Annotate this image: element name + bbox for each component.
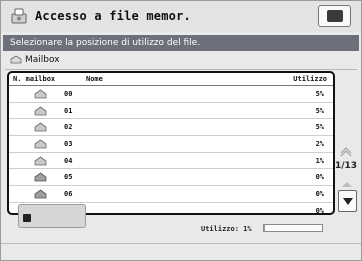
mailbox-number: 00: [64, 90, 73, 98]
scroll-top-icon[interactable]: [338, 144, 354, 158]
usage-label: Utilizzo: 1%: [201, 225, 252, 233]
list-item-05[interactable]: 05 0%: [9, 169, 333, 187]
breadcrumb-label: Mailbox: [25, 55, 60, 65]
mailbox-usage: 5%: [315, 106, 324, 115]
list-item-04[interactable]: 04 1%: [9, 153, 333, 170]
list-rows: 00 5% 01 5% 02 5% 03 2% 04 1% 05 0% 06 0…: [9, 86, 333, 219]
divider: [1, 243, 361, 244]
memory-media-icon: [11, 8, 27, 24]
home-button[interactable]: [318, 5, 351, 27]
mailbox-number: 04: [64, 156, 73, 165]
page-indicator: 1/13: [335, 161, 358, 171]
list-item-02[interactable]: 02 5%: [9, 119, 333, 137]
page-title: Accesso a file memor.: [35, 9, 191, 23]
mailbox-number: 03: [64, 140, 73, 149]
divider: [5, 69, 357, 70]
usage-progress-bar: [263, 224, 323, 232]
list-header: N. mailbox Nome Utilizzo: [9, 73, 333, 86]
mailbox-icon: [10, 55, 22, 64]
chevron-down-icon: [343, 198, 353, 205]
mailbox-usage: 0%: [315, 206, 324, 215]
header-usage: Utilizzo: [293, 75, 327, 83]
scroll-down-button[interactable]: [338, 190, 357, 212]
mailbox-list: N. mailbox Nome Utilizzo 00 5% 01 5% 02 …: [7, 71, 335, 216]
list-item-00[interactable]: 00 5%: [9, 86, 333, 103]
home-icon: [327, 10, 343, 22]
scroll-up-icon[interactable]: [340, 179, 354, 189]
mailbox-icon: [34, 106, 47, 116]
button-icon: [23, 214, 31, 222]
mailbox-icon: [34, 139, 47, 149]
header-name: Nome: [86, 75, 103, 83]
list-item-03[interactable]: 03 2%: [9, 136, 333, 153]
mailbox-number: 01: [64, 106, 73, 115]
breadcrumb: Mailbox: [10, 55, 60, 69]
mailbox-usage: 5%: [315, 90, 324, 98]
list-item-01[interactable]: 01 5%: [9, 103, 333, 120]
mailbox-usage: 0%: [315, 190, 324, 199]
mailbox-number: 06: [64, 190, 73, 199]
mailbox-icon: [34, 189, 47, 199]
title-bar: Accesso a file memor.: [1, 1, 361, 32]
mailbox-number: 05: [64, 173, 73, 182]
mailbox-usage: 5%: [315, 123, 324, 132]
partially-hidden-button[interactable]: [18, 204, 86, 228]
mailbox-usage: 0%: [315, 173, 324, 182]
mailbox-icon: [34, 122, 47, 132]
mailbox-usage: 2%: [315, 140, 324, 149]
instruction-bar: Selezionare la posizione di utilizzo del…: [3, 35, 359, 51]
mailbox-usage: 1%: [315, 156, 324, 165]
list-item-06[interactable]: 06 0%: [9, 186, 333, 203]
mailbox-icon: [34, 89, 47, 99]
screen: Accesso a file memor. Selezionare la pos…: [0, 0, 362, 261]
mailbox-icon: [34, 156, 47, 166]
mailbox-icon: [34, 172, 47, 182]
header-number: N. mailbox: [13, 75, 56, 83]
usage-progress-fill: [264, 225, 265, 231]
mailbox-number: 02: [64, 123, 73, 132]
